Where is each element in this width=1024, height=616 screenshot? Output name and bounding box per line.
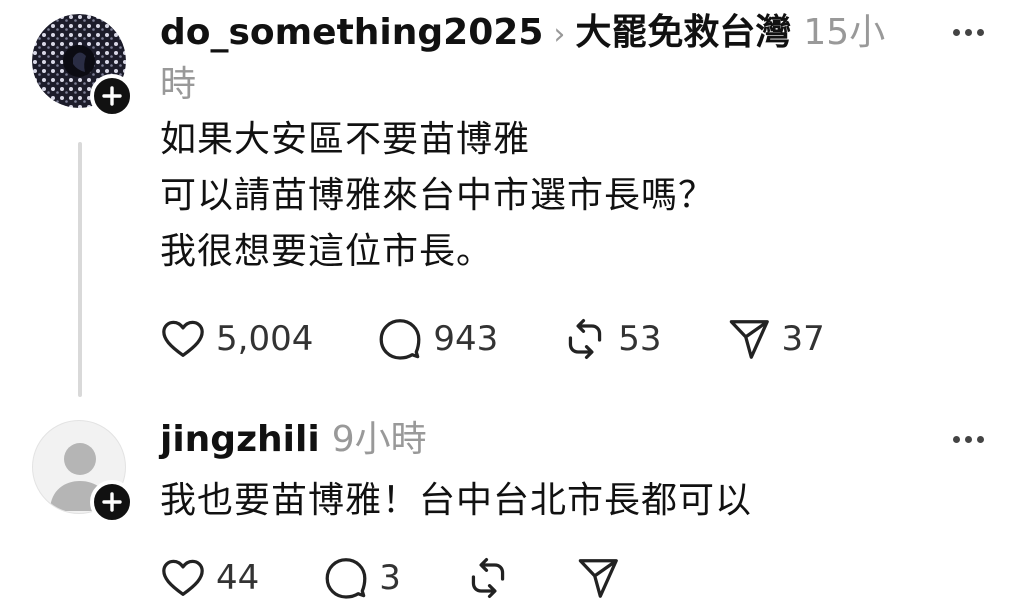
post-line: 我很想要這位市長。: [160, 231, 494, 272]
comment-icon: [379, 319, 421, 360]
like-button[interactable]: 44: [160, 555, 259, 601]
chevron-right-icon: ›: [553, 17, 566, 52]
repost-icon: [471, 557, 505, 599]
repost-icon: [569, 318, 602, 360]
repost-count: 53: [618, 319, 662, 359]
username[interactable]: do_something2025: [160, 12, 543, 53]
share-icon: [729, 320, 769, 359]
comment-count: 943: [433, 319, 499, 359]
repost-button[interactable]: 53: [562, 316, 662, 362]
post-header: do_something2025 › 大罷免救台灣 15小: [160, 9, 885, 59]
post-line: 如果大安區不要苗博雅: [160, 119, 531, 160]
post-text: 如果大安區不要苗博雅 可以請苗博雅來台中市選市長嗎？ 我很想要這位市長。: [160, 112, 715, 280]
share-icon: [578, 559, 618, 598]
thread-line: [78, 142, 82, 397]
timestamp: 15小: [803, 12, 886, 53]
repost-button[interactable]: [465, 555, 511, 601]
post-text: 我也要苗博雅！台中台北市長都可以: [160, 473, 752, 529]
more-options-icon[interactable]: [953, 29, 984, 36]
timestamp: 9小時: [331, 419, 427, 460]
comment-count: 3: [379, 558, 401, 598]
action-bar: 5,004 943 53 37: [160, 316, 825, 362]
heart-icon: [162, 559, 204, 596]
timestamp-wrap: 時: [160, 61, 196, 109]
post-line: 可以請苗博雅來台中市選市長嗎？: [160, 175, 716, 216]
post-header: jingzhili 9小時: [160, 416, 427, 464]
timestamp-continued: 時: [160, 64, 197, 105]
topic-tag[interactable]: 大罷免救台灣: [575, 12, 791, 53]
post-1: do_something2025 › 大罷免救台灣 15小 時 如果大安區不要苗博雅 …: [0, 0, 1024, 410]
heart-icon: [162, 320, 204, 357]
plus-icon: [102, 492, 122, 512]
like-count: 44: [216, 558, 260, 598]
comment-button[interactable]: 3: [323, 555, 401, 601]
post-2: jingzhili 9小時 我也要苗博雅！台中台北市長都可以 44 3: [0, 410, 1024, 616]
comment-button[interactable]: 943: [377, 316, 498, 362]
share-button[interactable]: 37: [726, 316, 825, 362]
share-button[interactable]: [575, 555, 621, 601]
share-count: 37: [781, 319, 825, 359]
action-bar: 44 3: [160, 555, 621, 601]
comment-icon: [325, 558, 367, 599]
more-options-icon[interactable]: [953, 436, 984, 443]
plus-icon: [102, 86, 122, 106]
like-count: 5,004: [216, 319, 314, 359]
username[interactable]: jingzhili: [160, 419, 320, 460]
like-button[interactable]: 5,004: [160, 316, 313, 362]
follow-button[interactable]: [90, 480, 134, 524]
post-line: 我也要苗博雅！台中台北市長都可以: [160, 480, 753, 521]
follow-button[interactable]: [90, 74, 134, 118]
